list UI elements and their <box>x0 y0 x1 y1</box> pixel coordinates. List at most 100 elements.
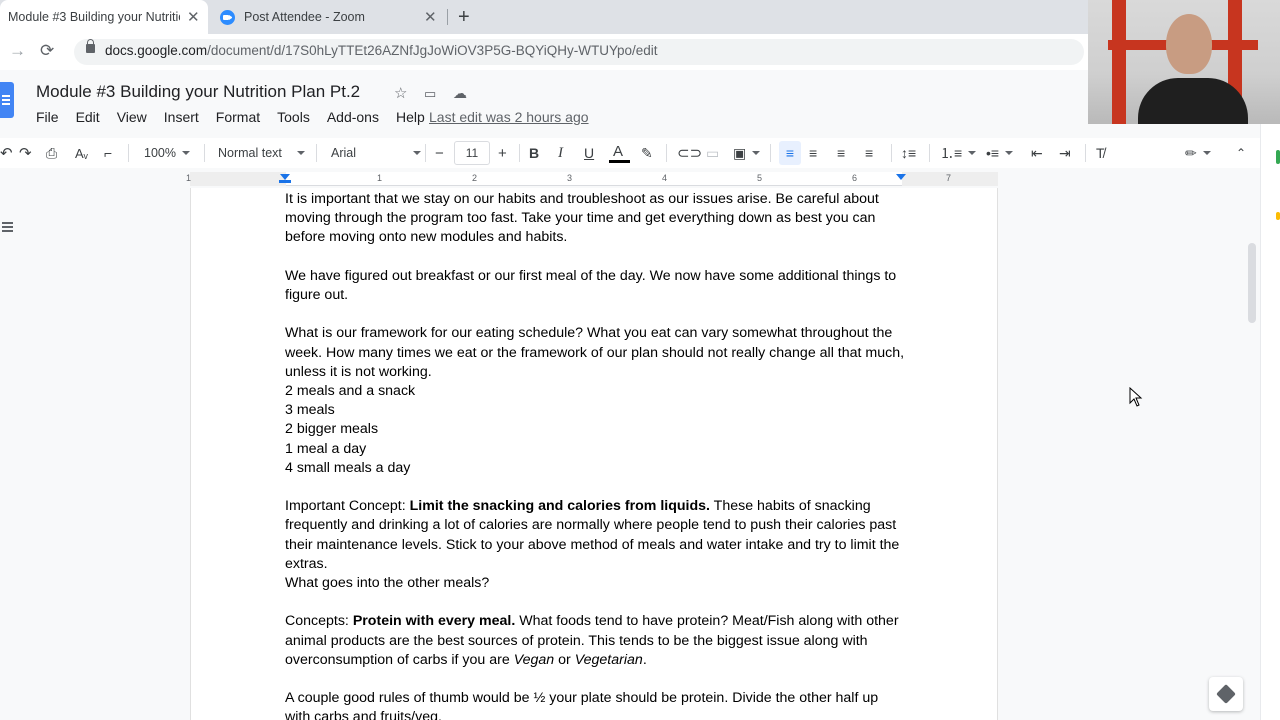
tab-close-icon[interactable]: ✕ <box>187 8 200 26</box>
document-paragraph[interactable]: 4 small meals a day <box>285 459 905 478</box>
ruler-label: 6 <box>852 173 858 183</box>
menu-tools[interactable]: Tools <box>277 109 310 125</box>
italic-text: Vegetarian <box>574 651 643 668</box>
menu-edit[interactable]: Edit <box>76 109 100 125</box>
paragraph-text: Concepts: <box>285 613 353 630</box>
insert-image-icon[interactable]: ▣ <box>733 138 761 168</box>
document-paragraph[interactable]: What is our framework for our eating sch… <box>285 324 905 382</box>
document-paragraph[interactable]: Important Concept: Limit the snacking an… <box>285 497 905 574</box>
paragraph-text: We have figured out breakfast or our fir… <box>285 267 897 303</box>
bold-text: Protein with every meal. <box>352 613 516 630</box>
zoom-select[interactable]: 100% <box>144 138 190 168</box>
menu-insert[interactable]: Insert <box>164 109 199 125</box>
document-paragraph[interactable]: 2 meals and a snack <box>285 382 905 401</box>
document-paragraph[interactable]: 1 meal a day <box>285 440 905 459</box>
paragraph-text: 3 meals <box>285 402 335 419</box>
increase-indent-icon[interactable]: ⇥ <box>1059 138 1071 168</box>
document-paragraph[interactable]: 2 bigger meals <box>285 420 905 439</box>
url-path: /document/d/17S0hLyTTEt26AZNfJgJoWiOV3P5… <box>207 43 658 58</box>
scrollbar-thumb[interactable] <box>1248 243 1256 323</box>
underline-button[interactable]: U <box>584 138 594 168</box>
paragraph-text: 2 meals and a snack <box>285 383 416 399</box>
side-panel-app-icon[interactable] <box>1276 150 1280 164</box>
align-right-icon[interactable]: ≡ <box>837 138 845 168</box>
side-panel-app-icon[interactable] <box>1276 212 1280 220</box>
document-paragraph[interactable]: Concepts: Protein with every meal. What … <box>285 612 905 670</box>
forward-icon[interactable]: → <box>9 41 26 61</box>
first-line-indent-marker[interactable] <box>279 180 291 183</box>
document-paragraph[interactable]: A couple good rules of thumb would be ½ … <box>285 689 905 720</box>
paragraph-text: It is important that we stay on our habi… <box>285 191 879 246</box>
bulleted-list-icon[interactable]: •≡ <box>986 138 1014 168</box>
paragraph-text: 1 meal a day <box>285 440 367 457</box>
insert-link-icon[interactable]: ⊂⊃ <box>677 138 702 168</box>
zoom-favicon-icon <box>220 10 235 25</box>
ruler-label: 3 <box>567 173 573 183</box>
align-center-icon[interactable]: ≡ <box>809 138 817 168</box>
increase-font-size-button[interactable]: + <box>498 138 507 168</box>
right-indent-marker[interactable] <box>896 174 906 180</box>
bold-button[interactable]: B <box>529 138 539 168</box>
decrease-indent-icon[interactable]: ⇤ <box>1031 138 1043 168</box>
tab-zoom[interactable]: Post Attendee - Zoom ✕ <box>210 0 446 34</box>
document-paragraph[interactable]: We have figured out breakfast or our fir… <box>285 267 905 305</box>
star-icon[interactable]: ☆ <box>394 84 407 102</box>
editing-mode-icon[interactable]: ✏ <box>1185 138 1211 168</box>
menu-file[interactable]: File <box>36 109 59 125</box>
italic-text: Vegan <box>513 651 555 668</box>
bold-text: Limit the snacking and calories from liq… <box>409 498 710 515</box>
paint-format-icon[interactable]: ⌐ <box>104 138 112 168</box>
ruler-label: 7 <box>946 173 952 183</box>
reload-icon[interactable]: ⟳ <box>40 41 54 61</box>
docs-logo-icon[interactable] <box>0 82 14 118</box>
document-title[interactable]: Module #3 Building your Nutrition Plan P… <box>36 82 360 102</box>
document-paragraph[interactable]: What goes into the other meals? <box>285 574 905 593</box>
paragraph-text: 2 bigger meals <box>285 421 379 438</box>
last-edit-link[interactable]: Last edit was 2 hours ago <box>429 109 589 125</box>
ruler-label: 2 <box>472 173 478 183</box>
add-comment-icon[interactable]: ▭ <box>706 138 719 168</box>
align-left-icon[interactable]: ≡ <box>779 141 801 165</box>
cloud-status-icon[interactable]: ☁ <box>453 85 467 102</box>
print-icon[interactable]: ⎙ <box>46 138 57 168</box>
font-select[interactable]: Arial <box>331 138 421 168</box>
highlight-color-icon[interactable]: ✎ <box>641 138 653 168</box>
document-outline-icon[interactable] <box>0 219 16 235</box>
document-paragraph[interactable]: It is important that we stay on our habi… <box>285 190 905 248</box>
menu-help[interactable]: Help <box>396 109 425 125</box>
spellcheck-icon[interactable]: Aᵥ <box>75 138 88 168</box>
numbered-list-icon[interactable]: ⒈≡ <box>940 138 977 168</box>
move-folder-icon[interactable]: ▭ <box>424 86 436 102</box>
paragraph-text: What goes into the other meals? <box>285 575 490 592</box>
explore-button[interactable] <box>1209 677 1243 711</box>
menu-addons[interactable]: Add-ons <box>327 109 379 125</box>
tab-close-icon[interactable]: ✕ <box>424 8 437 26</box>
tab-docs[interactable]: Module #3 Building your Nutritio ✕ <box>0 0 208 34</box>
undo-icon[interactable]: ↶ <box>0 138 13 168</box>
new-tab-button[interactable]: + <box>458 6 470 29</box>
paragraph-text: . <box>642 651 647 668</box>
clear-formatting-icon[interactable]: T̸ <box>1096 138 1105 168</box>
url-field[interactable]: docs.google.com/document/d/17S0hLyTTEt26… <box>105 43 657 58</box>
ruler-label: 4 <box>662 173 668 183</box>
collapse-toolbar-icon[interactable]: ⌃ <box>1236 138 1246 168</box>
italic-button[interactable]: I <box>558 138 563 168</box>
paragraph-text: 4 small meals a day <box>285 459 411 476</box>
menu-format[interactable]: Format <box>216 109 260 125</box>
redo-icon[interactable]: ↷ <box>19 138 32 168</box>
document-paragraph[interactable]: 3 meals <box>285 401 905 420</box>
ruler-track[interactable] <box>190 172 998 186</box>
zoom-value: 100% <box>144 146 176 160</box>
font-size-input[interactable]: 11 <box>454 141 490 165</box>
paragraph-text: Important Concept: <box>285 498 410 515</box>
tab-separator <box>447 9 448 25</box>
menu-view[interactable]: View <box>117 109 147 125</box>
paragraph-style-select[interactable]: Normal text <box>218 138 305 168</box>
document-body[interactable]: It is important that we stay on our habi… <box>285 190 905 720</box>
align-justify-icon[interactable]: ≡ <box>865 138 873 168</box>
line-spacing-icon[interactable]: ↕≡ <box>901 138 916 168</box>
decrease-font-size-button[interactable]: − <box>435 138 444 168</box>
